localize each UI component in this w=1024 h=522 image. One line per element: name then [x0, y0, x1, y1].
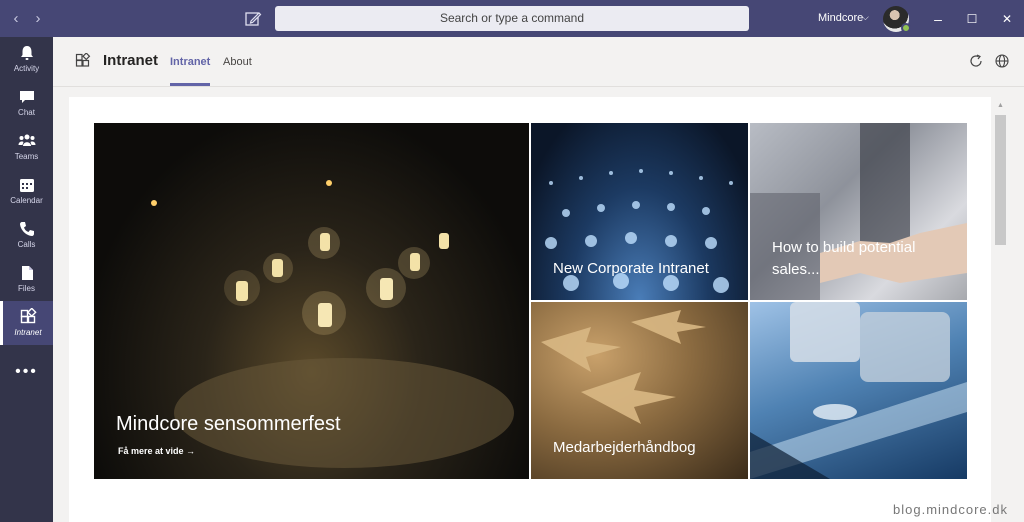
- scrollbar-thumb[interactable]: [995, 115, 1006, 245]
- news-tile-microscope[interactable]: [750, 302, 967, 479]
- page-title: Intranet: [103, 52, 159, 69]
- rail-item-teams[interactable]: Teams: [0, 125, 53, 169]
- forward-button[interactable]: ›: [28, 9, 48, 29]
- compose-icon[interactable]: [242, 8, 264, 30]
- minimize-button[interactable]: –: [927, 8, 949, 30]
- rail-item-chat[interactable]: Chat: [0, 81, 53, 125]
- tile-title[interactable]: How to build potential sales...: [772, 237, 952, 281]
- phone-icon: [19, 222, 34, 236]
- tab-about[interactable]: About: [223, 56, 252, 68]
- rail-item-label: Intranet: [14, 328, 42, 337]
- teams-icon: [18, 134, 35, 146]
- close-button[interactable]: ✕: [996, 8, 1018, 30]
- rail-item-calendar[interactable]: Calendar: [0, 169, 53, 213]
- refresh-icon[interactable]: [968, 53, 984, 69]
- org-switcher[interactable]: Mindcore: [818, 12, 863, 24]
- title-bar: ‹ › Search or type a command Mindcore ⌵ …: [0, 0, 1024, 37]
- rail-item-calls[interactable]: Calls: [0, 213, 53, 257]
- app-header: Intranet Intranet About: [53, 37, 1024, 87]
- chevron-down-icon[interactable]: ⌵: [862, 12, 869, 23]
- rail-item-label: Chat: [18, 108, 35, 117]
- microscope-image: [750, 302, 967, 479]
- rail-item-label: Files: [18, 284, 35, 293]
- scroll-up-arrow-icon[interactable]: ▲: [997, 102, 1004, 109]
- calendar-icon: [19, 179, 34, 192]
- rail-item-files[interactable]: Files: [0, 257, 53, 301]
- news-tile-potential-sales[interactable]: How to build potential sales...: [750, 123, 967, 300]
- rail-item-intranet[interactable]: Intranet: [0, 301, 53, 345]
- rail-item-activity[interactable]: Activity: [0, 37, 53, 81]
- news-tile-employee-handbook[interactable]: Medarbejderhåndbog: [531, 302, 748, 479]
- chat-icon: [19, 91, 34, 103]
- hero-title[interactable]: Mindcore sensommerfest: [116, 413, 341, 436]
- bell-icon: [20, 46, 33, 60]
- tab-intranet[interactable]: Intranet: [170, 56, 210, 68]
- rail-item-label: Calls: [17, 240, 36, 249]
- more-apps-button[interactable]: •••: [0, 363, 53, 381]
- app-rail: Activity Chat Teams Calendar Calls Files…: [0, 37, 53, 522]
- globe-icon[interactable]: [994, 53, 1010, 69]
- rail-item-label: Calendar: [10, 196, 43, 205]
- presence-status-icon: [901, 23, 911, 33]
- back-button[interactable]: ‹: [6, 9, 26, 29]
- active-tab-indicator: [170, 83, 210, 86]
- intranet-icon: [20, 308, 37, 324]
- search-input[interactable]: Search or type a command: [275, 6, 749, 31]
- learn-more-link[interactable]: Få mere at vide →: [118, 446, 195, 456]
- rail-item-label: Activity: [13, 64, 40, 73]
- file-icon: [21, 266, 33, 280]
- rail-item-label: Teams: [14, 152, 39, 161]
- maximize-button[interactable]: ☐: [961, 8, 983, 30]
- watermark: blog.mindcore.dk: [893, 502, 1008, 517]
- tile-title[interactable]: New Corporate Intranet: [553, 260, 709, 277]
- hero-news-tile[interactable]: Mindcore sensommerfest Få mere at vide →: [94, 123, 529, 479]
- news-tile-corporate-intranet[interactable]: New Corporate Intranet: [531, 123, 748, 300]
- intranet-app-icon: [75, 53, 91, 67]
- tile-title[interactable]: Medarbejderhåndbog: [553, 439, 696, 456]
